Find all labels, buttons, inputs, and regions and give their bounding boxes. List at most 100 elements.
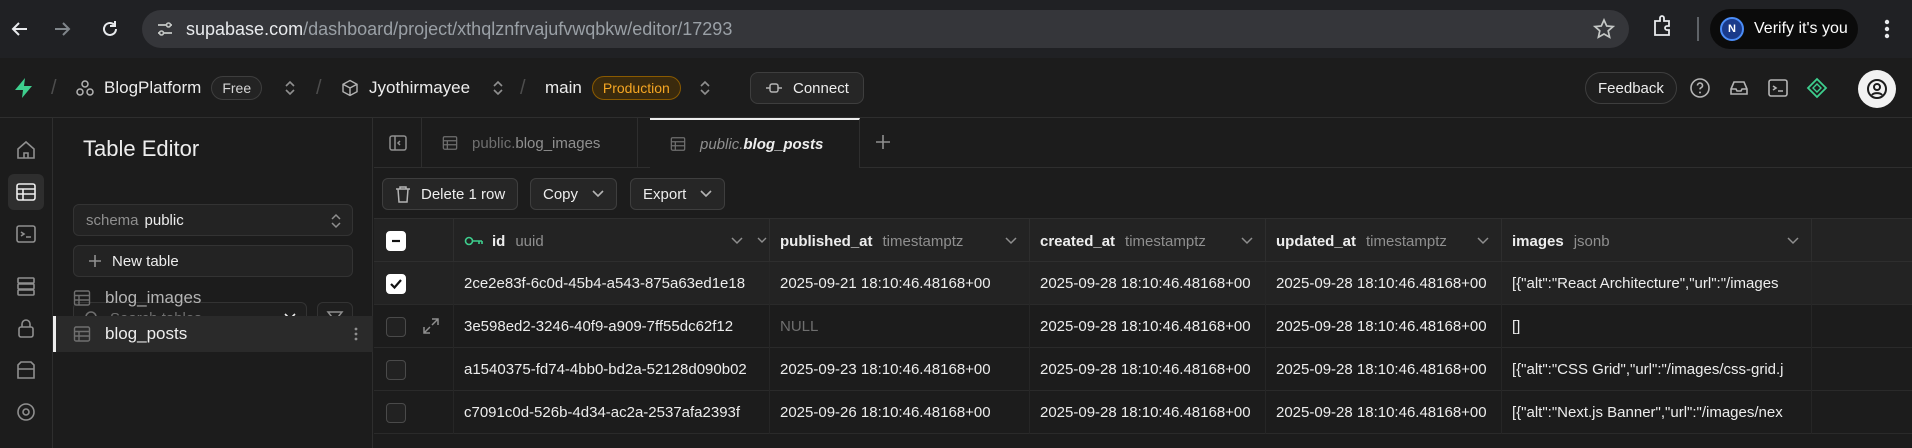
column-type: jsonb xyxy=(1573,232,1610,250)
user-avatar[interactable] xyxy=(1858,70,1896,108)
project-box-icon xyxy=(341,79,359,97)
database-icon[interactable] xyxy=(8,268,44,304)
connect-label: Connect xyxy=(793,79,849,97)
chevron-down-icon[interactable] xyxy=(757,234,767,246)
chevron-down-icon[interactable] xyxy=(731,234,743,246)
cell-images[interactable]: [{"alt":"React Architecture","url":"/ima… xyxy=(1502,262,1812,305)
cell-id[interactable]: c7091c0d-526b-4d34-ac2a-2537afa2393f xyxy=(454,391,770,434)
row-select-cell xyxy=(374,262,454,305)
chevron-down-icon[interactable] xyxy=(1005,234,1017,246)
chevron-up-down-icon xyxy=(330,213,342,229)
terminal-icon[interactable] xyxy=(1767,58,1789,118)
address-url: supabase.com/dashboard/project/xthqlznfr… xyxy=(186,19,732,40)
tab-blog-images[interactable]: public. blog_images xyxy=(422,118,638,168)
assistant-icon[interactable] xyxy=(1806,58,1828,118)
column-header-images[interactable]: images jsonb xyxy=(1502,219,1812,263)
schema-selector[interactable]: schema public xyxy=(73,204,353,236)
row-checkbox[interactable] xyxy=(386,317,406,337)
feedback-button[interactable]: Feedback xyxy=(1585,72,1677,104)
column-name: created_at xyxy=(1040,232,1116,250)
column-header-id[interactable]: id uuid xyxy=(454,219,770,263)
cell-images[interactable]: [{"alt":"Next.js Banner","url":"/images/… xyxy=(1502,391,1812,434)
schema-label: schema xyxy=(86,211,139,229)
sidebar-item-blog-posts[interactable]: blog_posts xyxy=(53,316,373,352)
auth-lock-icon[interactable] xyxy=(8,310,44,346)
cell-published-at[interactable]: 2025-09-26 18:10:46.48168+00 xyxy=(770,391,1030,434)
cell-id[interactable]: 3e598ed2-3246-40f9-a909-7ff55dc62f12 xyxy=(454,305,770,348)
select-all-cell xyxy=(374,219,454,263)
select-all-checkbox[interactable] xyxy=(386,231,406,251)
chevron-down-icon[interactable] xyxy=(1241,234,1253,246)
help-icon[interactable] xyxy=(1689,58,1711,118)
new-table-button[interactable]: New table xyxy=(73,245,353,277)
branch-selector[interactable]: main Production xyxy=(545,58,711,118)
url-host: supabase.com xyxy=(186,18,304,39)
connect-button[interactable]: Connect xyxy=(750,72,864,104)
storage-icon[interactable] xyxy=(8,352,44,388)
project-selector[interactable]: Jyothirmayee xyxy=(341,58,504,118)
browser-menu-icon[interactable] xyxy=(1874,14,1900,44)
chevron-down-icon[interactable] xyxy=(1477,234,1489,246)
reload-icon[interactable] xyxy=(94,13,126,45)
cell-published-at[interactable]: 2025-09-23 18:10:46.48168+00 xyxy=(770,348,1030,391)
row-checkbox[interactable] xyxy=(386,274,406,294)
cell-id[interactable]: 2ce2e83f-6c0d-45b4-a543-875a63ed1e18 xyxy=(454,262,770,305)
home-icon[interactable] xyxy=(8,132,44,168)
column-name: id xyxy=(492,232,506,250)
more-vertical-icon[interactable] xyxy=(353,326,359,342)
cell-created-at[interactable]: 2025-09-28 18:10:46.48168+00 xyxy=(1030,305,1266,348)
delete-rows-button[interactable]: Delete 1 row xyxy=(382,178,519,210)
cell-updated-at[interactable]: 2025-09-28 18:10:46.48168+00 xyxy=(1266,348,1502,391)
cell-created-at[interactable]: 2025-09-28 18:10:46.48168+00 xyxy=(1030,262,1266,305)
expand-row-icon[interactable] xyxy=(422,317,440,335)
table-name: blog_images xyxy=(105,288,202,307)
sidebar-toggle-icon[interactable] xyxy=(374,118,422,168)
site-info-icon[interactable] xyxy=(156,20,174,38)
cell-updated-at[interactable]: 2025-09-28 18:10:46.48168+00 xyxy=(1266,305,1502,348)
table-row[interactable]: c7091c0d-526b-4d34-ac2a-2537afa2393f 202… xyxy=(374,391,1912,434)
realtime-icon[interactable] xyxy=(8,394,44,430)
sidebar-item-blog-images[interactable]: blog_images xyxy=(53,280,373,316)
bookmark-star-icon[interactable] xyxy=(1593,18,1615,40)
row-checkbox[interactable] xyxy=(386,403,406,423)
table-row[interactable]: 2ce2e83f-6c0d-45b4-a543-875a63ed1e18 202… xyxy=(374,262,1912,305)
copy-button[interactable]: Copy xyxy=(530,178,618,210)
cell-id[interactable]: a1540375-fd74-4bb0-bd2a-52128d090b02 xyxy=(454,348,770,391)
new-tab-plus-icon[interactable] xyxy=(872,131,894,153)
inbox-icon[interactable] xyxy=(1728,58,1750,118)
export-button[interactable]: Export xyxy=(630,178,726,210)
tab-schema: public. xyxy=(472,134,516,152)
extensions-icon[interactable] xyxy=(1650,13,1676,39)
sql-editor-icon[interactable] xyxy=(8,216,44,252)
chevron-up-down-icon xyxy=(492,79,504,97)
cell-images[interactable]: [] xyxy=(1502,305,1812,348)
table-row[interactable]: 3e598ed2-3246-40f9-a909-7ff55dc62f12 NUL… xyxy=(374,305,1912,348)
tab-blog-posts[interactable]: public. blog_posts xyxy=(650,118,860,168)
verify-profile-button[interactable]: N Verify it's you xyxy=(1710,9,1858,49)
column-header-published-at[interactable]: published_at timestamptz xyxy=(770,219,1030,263)
forward-icon[interactable] xyxy=(46,13,78,45)
row-checkbox[interactable] xyxy=(386,360,406,380)
column-name: images xyxy=(1512,232,1564,250)
chevron-down-icon xyxy=(700,190,712,198)
address-bar[interactable]: supabase.com/dashboard/project/xthqlznfr… xyxy=(142,10,1629,48)
schema-value: public xyxy=(144,211,184,229)
table-row[interactable]: a1540375-fd74-4bb0-bd2a-52128d090b02 202… xyxy=(374,348,1912,391)
cell-created-at[interactable]: 2025-09-28 18:10:46.48168+00 xyxy=(1030,391,1266,434)
tab-table-name: blog_images xyxy=(515,134,601,152)
table-editor-icon[interactable] xyxy=(8,174,44,210)
org-icon xyxy=(76,79,94,97)
feedback-label: Feedback xyxy=(1598,79,1664,97)
back-icon[interactable] xyxy=(4,13,36,45)
column-header-created-at[interactable]: created_at timestamptz xyxy=(1030,219,1266,263)
cell-created-at[interactable]: 2025-09-28 18:10:46.48168+00 xyxy=(1030,348,1266,391)
cell-images[interactable]: [{"alt":"CSS Grid","url":"/images/css-gr… xyxy=(1502,348,1812,391)
cell-updated-at[interactable]: 2025-09-28 18:10:46.48168+00 xyxy=(1266,391,1502,434)
cell-published-at[interactable]: 2025-09-21 18:10:46.48168+00 xyxy=(770,262,1030,305)
org-selector[interactable]: BlogPlatform Free xyxy=(76,58,296,118)
supabase-logo-icon[interactable] xyxy=(12,58,36,118)
cell-published-at[interactable]: NULL xyxy=(770,305,1030,348)
cell-updated-at[interactable]: 2025-09-28 18:10:46.48168+00 xyxy=(1266,262,1502,305)
column-header-updated-at[interactable]: updated_at timestamptz xyxy=(1266,219,1502,263)
chevron-down-icon[interactable] xyxy=(1787,234,1799,246)
